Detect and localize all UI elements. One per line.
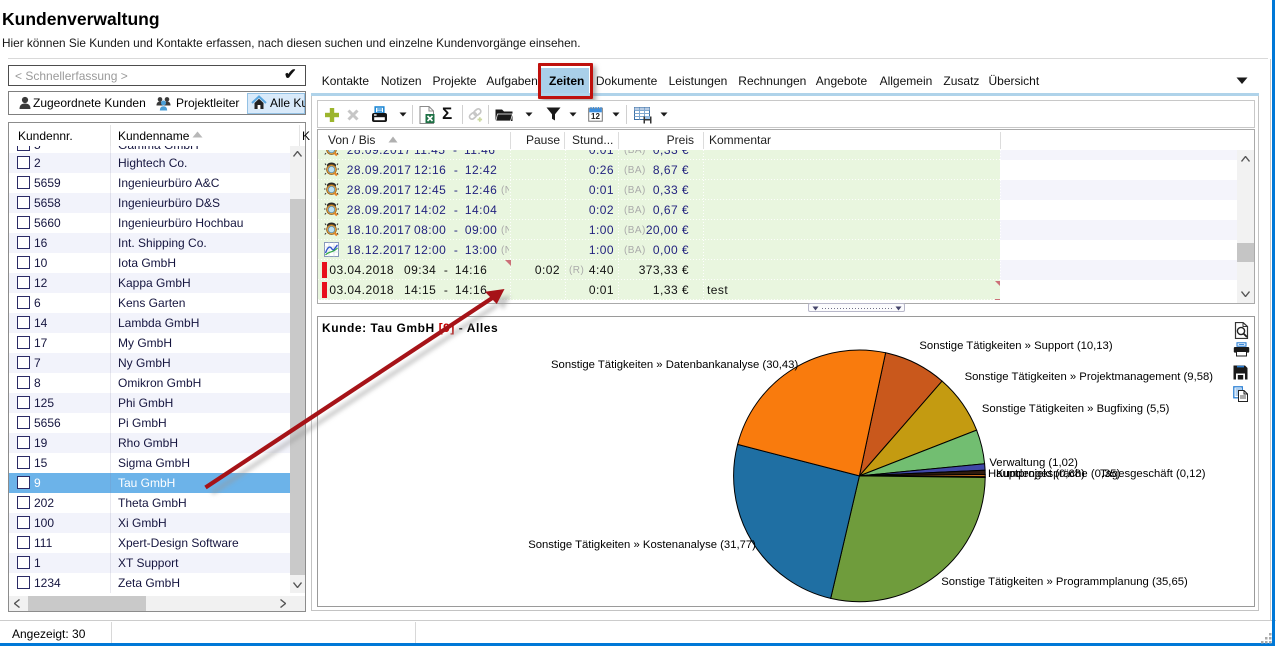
svg-text:12: 12: [591, 112, 600, 121]
